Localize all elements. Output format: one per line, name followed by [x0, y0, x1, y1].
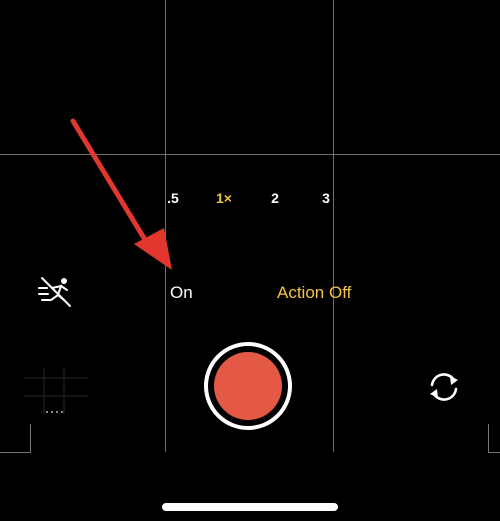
annotation-arrow-icon: [70, 118, 172, 270]
viewfinder-corner-right: [488, 424, 500, 453]
home-indicator: [162, 503, 338, 511]
zoom-option-0-5[interactable]: .5: [158, 190, 188, 206]
grid-line-vertical-2: [333, 0, 334, 452]
grid-line-vertical-1: [165, 0, 166, 452]
action-mode-off-icon[interactable]: [36, 276, 76, 308]
zoom-option-2[interactable]: 2: [260, 190, 290, 206]
record-button[interactable]: [204, 342, 292, 430]
record-button-fill: [214, 352, 282, 420]
zoom-option-3[interactable]: 3: [311, 190, 341, 206]
stabilization-label[interactable]: On: [170, 283, 193, 303]
zoom-option-1x[interactable]: 1×: [209, 190, 239, 206]
flip-camera-icon[interactable]: [425, 370, 463, 404]
action-mode-label[interactable]: Action Off: [277, 283, 351, 303]
viewfinder-corner-left: [0, 424, 31, 453]
grid-line-horizontal: [0, 154, 500, 155]
last-capture-thumbnail[interactable]: [24, 368, 88, 414]
